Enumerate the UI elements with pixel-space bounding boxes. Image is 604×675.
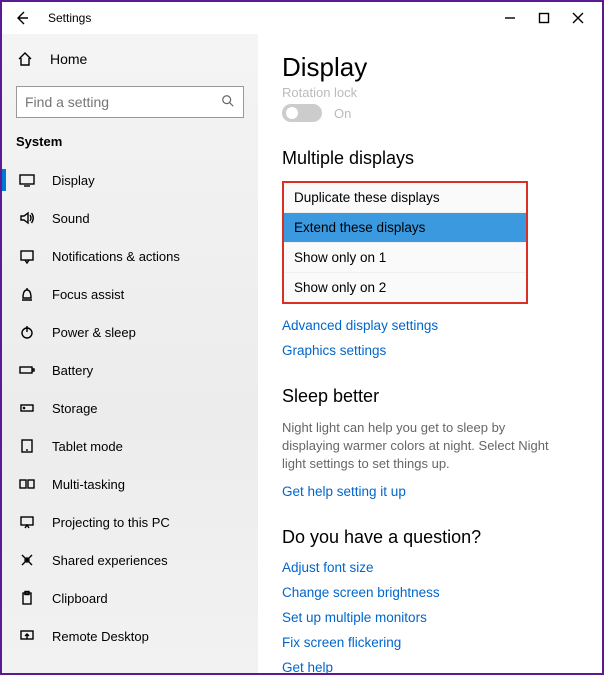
sidebar-item-display[interactable]: Display — [16, 161, 244, 199]
sidebar-item-label: Power & sleep — [52, 325, 136, 340]
shared-icon — [18, 552, 36, 568]
toggle-track — [282, 104, 322, 122]
section-multiple-displays: Multiple displays — [282, 148, 578, 169]
link-brightness[interactable]: Change screen brightness — [282, 585, 578, 600]
link-adjust-font[interactable]: Adjust font size — [282, 560, 578, 575]
projecting-icon — [18, 514, 36, 530]
search-input[interactable] — [16, 86, 244, 118]
sidebar-item-focus-assist[interactable]: Focus assist — [16, 275, 244, 313]
sidebar-item-tablet-mode[interactable]: Tablet mode — [16, 427, 244, 465]
sidebar-item-battery[interactable]: Battery — [16, 351, 244, 389]
page-title: Display — [282, 52, 578, 83]
sidebar: Home System Display Sound Notifications … — [2, 34, 258, 673]
link-advanced-display[interactable]: Advanced display settings — [282, 318, 578, 333]
titlebar: Settings — [2, 2, 602, 34]
sidebar-item-label: Sound — [52, 211, 90, 226]
battery-icon — [18, 362, 36, 378]
window-title: Settings — [48, 11, 91, 25]
sidebar-item-notifications[interactable]: Notifications & actions — [16, 237, 244, 275]
sidebar-item-label: Notifications & actions — [52, 249, 180, 264]
notifications-icon — [18, 248, 36, 264]
sidebar-item-remote-desktop[interactable]: Remote Desktop — [16, 617, 244, 655]
sidebar-item-label: Projecting to this PC — [52, 515, 170, 530]
sidebar-item-label: Focus assist — [52, 287, 124, 302]
sleep-description: Night light can help you get to sleep by… — [282, 419, 562, 474]
dropdown-option-duplicate[interactable]: Duplicate these displays — [284, 183, 526, 213]
window-controls — [504, 12, 596, 24]
search-field[interactable] — [25, 94, 221, 110]
sidebar-item-label: Clipboard — [52, 591, 108, 606]
home-icon — [16, 51, 34, 67]
sidebar-item-power-sleep[interactable]: Power & sleep — [16, 313, 244, 351]
focus-assist-icon — [18, 286, 36, 302]
minimize-button[interactable] — [504, 12, 516, 24]
main-content: Display Rotation lock On Multiple displa… — [258, 34, 602, 673]
maximize-icon — [538, 12, 550, 24]
dropdown-option-show2[interactable]: Show only on 2 — [284, 273, 526, 302]
section-question: Do you have a question? — [282, 527, 578, 548]
sidebar-item-label: Shared experiences — [52, 553, 168, 568]
power-icon — [18, 324, 36, 340]
sidebar-item-label: Multi-tasking — [52, 477, 125, 492]
close-icon — [572, 12, 584, 24]
sidebar-item-label: Storage — [52, 401, 98, 416]
dropdown-option-extend[interactable]: Extend these displays — [284, 213, 526, 243]
home-label: Home — [50, 51, 87, 67]
sidebar-item-label: Remote Desktop — [52, 629, 149, 644]
search-icon — [221, 94, 235, 111]
arrow-left-icon — [14, 10, 30, 26]
link-screen-flicker[interactable]: Fix screen flickering — [282, 635, 578, 650]
link-sleep-help[interactable]: Get help setting it up — [282, 484, 578, 499]
section-sleep-better: Sleep better — [282, 386, 578, 407]
link-get-help[interactable]: Get help — [282, 660, 578, 673]
link-multiple-monitors[interactable]: Set up multiple monitors — [282, 610, 578, 625]
close-button[interactable] — [572, 12, 584, 24]
multitasking-icon — [18, 476, 36, 492]
minimize-icon — [504, 12, 516, 24]
remote-desktop-icon — [18, 628, 36, 644]
sidebar-item-shared-exp[interactable]: Shared experiences — [16, 541, 244, 579]
sidebar-item-label: Display — [52, 173, 95, 188]
sidebar-item-multitasking[interactable]: Multi-tasking — [16, 465, 244, 503]
display-mode-dropdown[interactable]: Duplicate these displays Extend these di… — [282, 181, 528, 304]
category-title: System — [16, 134, 244, 149]
rotation-lock-toggle[interactable]: On — [282, 104, 578, 122]
sidebar-item-storage[interactable]: Storage — [16, 389, 244, 427]
maximize-button[interactable] — [538, 12, 550, 24]
sidebar-item-label: Tablet mode — [52, 439, 123, 454]
link-graphics-settings[interactable]: Graphics settings — [282, 343, 578, 358]
sidebar-item-clipboard[interactable]: Clipboard — [16, 579, 244, 617]
display-icon — [18, 172, 36, 188]
sidebar-item-label: Battery — [52, 363, 93, 378]
sidebar-item-projecting[interactable]: Projecting to this PC — [16, 503, 244, 541]
sound-icon — [18, 210, 36, 226]
clipboard-icon — [18, 590, 36, 606]
toggle-state-label: On — [334, 106, 351, 121]
sidebar-home[interactable]: Home — [16, 42, 244, 76]
sidebar-item-sound[interactable]: Sound — [16, 199, 244, 237]
back-button[interactable] — [8, 4, 36, 32]
storage-icon — [18, 400, 36, 416]
dropdown-option-show1[interactable]: Show only on 1 — [284, 243, 526, 273]
rotation-lock-label: Rotation lock — [282, 85, 578, 100]
tablet-icon — [18, 438, 36, 454]
